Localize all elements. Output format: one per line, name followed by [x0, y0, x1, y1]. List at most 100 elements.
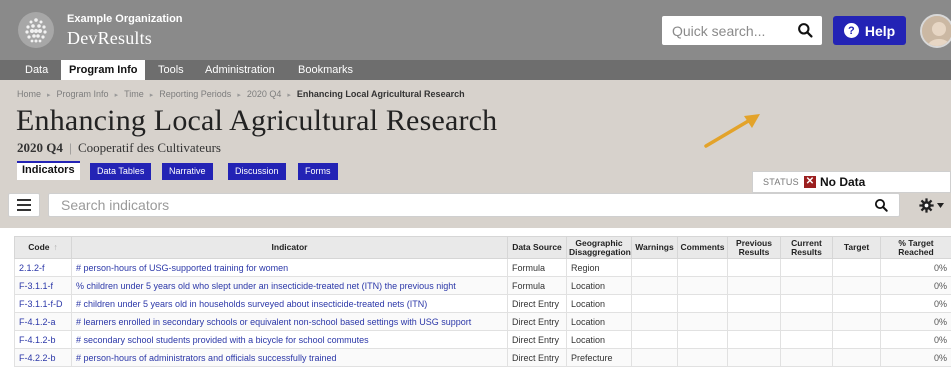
geo-cell: Location [566, 294, 632, 313]
code-cell[interactable]: F-4.1.2-a [14, 312, 72, 331]
table-row[interactable]: 2.1.2-f # person-hours of USG-supported t… [14, 258, 951, 277]
nav-bookmarks[interactable]: Bookmarks [290, 60, 361, 80]
target-cell [832, 276, 881, 295]
geo-cell: Prefecture [566, 348, 632, 367]
column-header-target[interactable]: Target [832, 236, 881, 259]
chevron-right-icon: ▸ [237, 92, 241, 99]
settings-button[interactable] [911, 193, 951, 217]
breadcrumb-current: Enhancing Local Agricultural Research [296, 89, 465, 99]
column-header-previous-results[interactable]: Previous Results [727, 236, 781, 259]
data-source-cell: Direct Entry [507, 312, 567, 331]
breadcrumb: Home ▸ Program Info ▸ Time ▸ Reporting Periods… [17, 89, 465, 99]
sort-up-icon: ↑ [53, 242, 58, 252]
current-results-cell [780, 312, 833, 331]
indicator-cell[interactable]: % children under 5 years old who slept u… [71, 276, 508, 295]
indicator-cell[interactable]: # children under 5 years old in househol… [71, 294, 508, 313]
target-cell [832, 312, 881, 331]
breadcrumb-time[interactable]: Time [124, 89, 144, 99]
column-header-warnings[interactable]: Warnings [631, 236, 678, 259]
help-label: Help [864, 22, 896, 39]
indicator-cell[interactable]: # person-hours of USG-supported training… [71, 258, 508, 277]
indicator-cell[interactable]: # learners enrolled in secondary schools… [71, 312, 508, 331]
indicators-table: Code ↑ Indicator Data Source Geographic D… [14, 236, 951, 367]
chevron-right-icon: ▸ [114, 92, 119, 99]
search-icon[interactable] [797, 22, 814, 39]
geo-cell: Location [566, 312, 632, 331]
geo-cell: Location [566, 276, 632, 295]
warnings-cell [631, 348, 678, 367]
previous-results-cell [727, 258, 781, 277]
table-row[interactable]: F-4.1.2-a # learners enrolled in secondar… [14, 312, 951, 331]
app-name[interactable]: DevResults [67, 28, 152, 49]
annotation-arrow-icon [704, 114, 760, 148]
breadcrumb-home[interactable]: Home [17, 89, 41, 99]
column-header-comments[interactable]: Comments [677, 236, 728, 259]
column-header-data-source[interactable]: Data Source [507, 236, 567, 259]
comments-cell [677, 258, 728, 277]
previous-results-cell [727, 312, 781, 331]
main-nav: Data Program Info Tools Administration B… [0, 60, 951, 80]
subtitle-separator: | [69, 140, 72, 155]
current-results-cell [780, 294, 833, 313]
target-cell [832, 330, 881, 349]
comments-cell [677, 294, 728, 313]
breadcrumb-program-info[interactable]: Program Info [57, 89, 109, 99]
warnings-cell [631, 294, 678, 313]
percent-target-cell: 0% [880, 312, 951, 331]
search-icon[interactable] [874, 198, 889, 213]
status-label: STATUS [763, 177, 799, 187]
column-header-percent-target-reached[interactable]: % Target Reached [880, 236, 951, 259]
quick-search-input[interactable] [672, 16, 790, 45]
percent-target-cell: 0% [880, 276, 951, 295]
column-header-geographic-disaggregation[interactable]: Geographic Disaggregation [566, 236, 632, 259]
nav-data[interactable]: Data [17, 60, 56, 80]
tab-narrative[interactable]: Narrative [162, 163, 213, 180]
code-cell[interactable]: F-4.1.2-b [14, 330, 72, 349]
nav-administration[interactable]: Administration [197, 60, 283, 80]
data-source-cell: Formula [507, 258, 567, 277]
table-row[interactable]: F-3.1.1-f-D # children under 5 years old … [14, 294, 951, 313]
previous-results-cell [727, 330, 781, 349]
table-row[interactable]: F-4.1.2-b # secondary school students pro… [14, 330, 951, 349]
breadcrumb-reporting-periods[interactable]: Reporting Periods [159, 89, 231, 99]
chevron-right-icon: ▸ [287, 92, 291, 99]
code-cell[interactable]: F-4.2.2-b [14, 348, 72, 367]
tab-indicators[interactable]: Indicators [17, 161, 80, 180]
help-button[interactable]: ? Help [833, 16, 906, 45]
column-header-indicator[interactable]: Indicator [71, 236, 508, 259]
code-cell[interactable]: F-3.1.1-f-D [14, 294, 72, 313]
org-logo-icon[interactable] [18, 12, 54, 48]
indicator-search-box [48, 193, 900, 217]
menu-button[interactable] [8, 193, 40, 217]
user-avatar[interactable] [920, 14, 951, 48]
percent-target-cell: 0% [880, 348, 951, 367]
previous-results-cell [727, 294, 781, 313]
geo-cell: Location [566, 330, 632, 349]
column-header-current-results[interactable]: Current Results [780, 236, 833, 259]
data-source-cell: Direct Entry [507, 294, 567, 313]
warnings-cell [631, 312, 678, 331]
chevron-right-icon: ▸ [149, 92, 154, 99]
breadcrumb-period[interactable]: 2020 Q4 [247, 89, 282, 99]
nav-tools[interactable]: Tools [150, 60, 192, 80]
table-row[interactable]: F-3.1.1-f% children under 5 years old wh… [14, 276, 951, 295]
partner-name[interactable]: Cooperatif des Cultivateurs [78, 140, 221, 155]
current-results-cell [780, 276, 833, 295]
tab-forms[interactable]: Forms [298, 163, 338, 180]
warnings-cell [631, 258, 678, 277]
page-title: Enhancing Local Agricultural Research [16, 104, 498, 137]
tab-data-tables[interactable]: Data Tables [90, 163, 152, 180]
tab-discussion[interactable]: Discussion [228, 163, 286, 180]
geo-cell: Region [566, 258, 632, 277]
comments-cell [677, 312, 728, 331]
data-source-cell: Formula [507, 276, 567, 295]
column-header-code[interactable]: Code ↑ [14, 236, 72, 259]
code-cell[interactable]: 2.1.2-f [14, 258, 72, 277]
indicator-cell[interactable]: # secondary school students provided wit… [71, 330, 508, 349]
table-row[interactable]: F-4.2.2-b # person-hours of administrator… [14, 348, 951, 367]
nav-program-info[interactable]: Program Info [61, 60, 146, 80]
indicator-search-input[interactable] [61, 194, 841, 216]
target-cell [832, 348, 881, 367]
code-cell[interactable]: F-3.1.1-f [14, 276, 72, 295]
indicator-cell[interactable]: # person-hours of administrators and off… [71, 348, 508, 367]
